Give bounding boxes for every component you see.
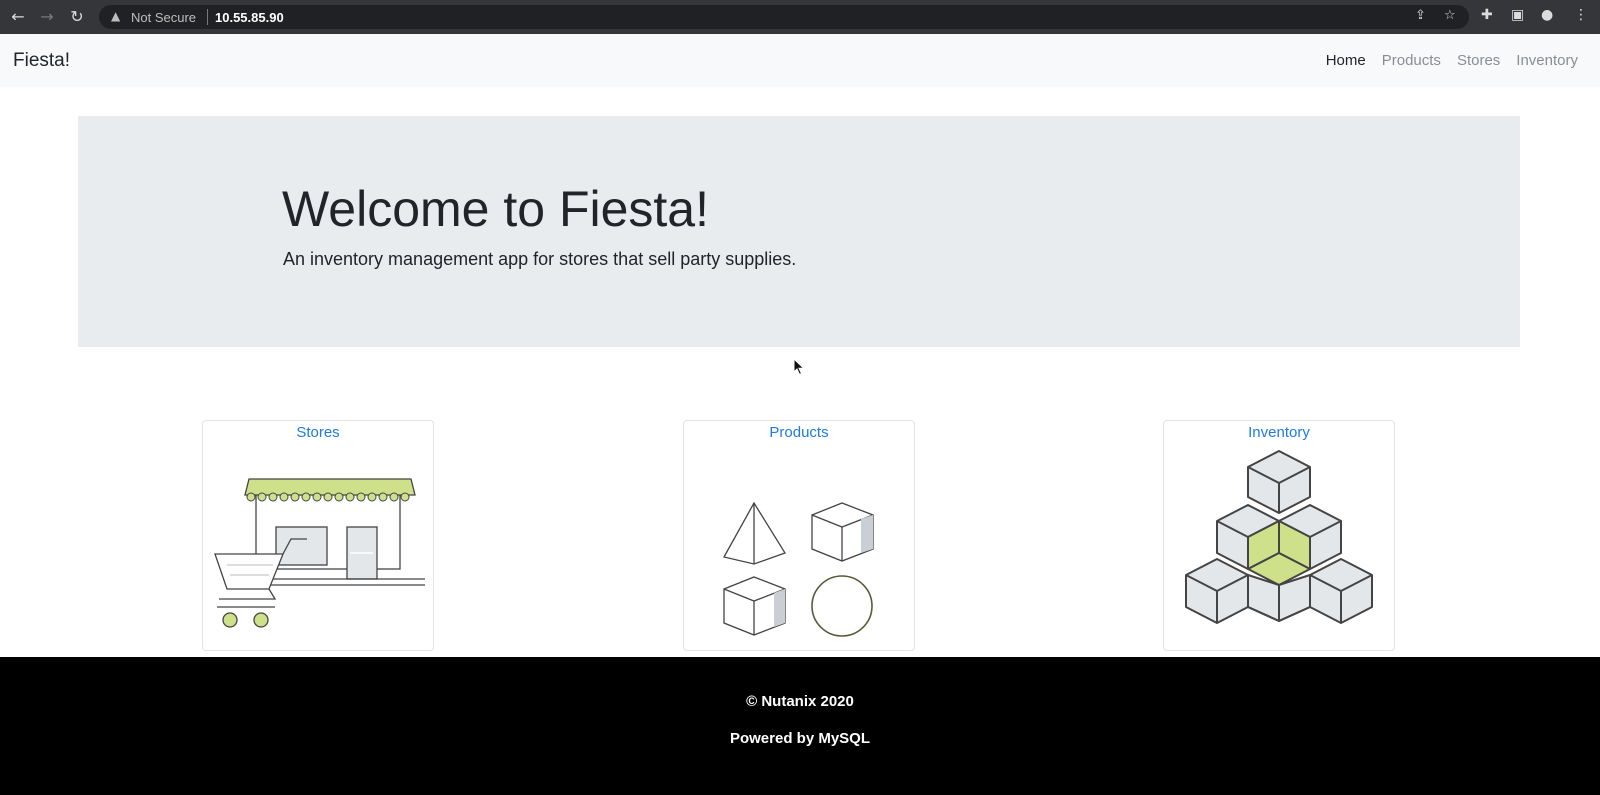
stacked-cubes-icon (1185, 450, 1373, 624)
stores-card-link[interactable]: Stores (203, 424, 433, 441)
shapes-icon (723, 501, 874, 637)
nav-link-home[interactable]: Home (1326, 52, 1366, 69)
footer-powered-by: Powered by MySQL (729, 730, 871, 747)
sidebar-icon[interactable]: ▣ (1511, 7, 1524, 23)
hero-jumbotron: Welcome to Fiesta! An inventory manageme… (78, 116, 1520, 347)
extensions-icon[interactable]: ✚ (1481, 7, 1493, 23)
hero-subtitle: An inventory management app for stores t… (283, 249, 797, 269)
forward-arrow-icon[interactable]: → (37, 7, 57, 27)
brand-logo-text[interactable]: Fiesta! (13, 50, 70, 72)
url-text[interactable]: 10.55.85.90 (215, 10, 284, 25)
mouse-cursor-icon (793, 358, 805, 376)
menu-icon[interactable]: ⋮ (1574, 7, 1588, 23)
nav-link-inventory[interactable]: Inventory (1516, 52, 1578, 69)
share-icon[interactable]: ⇪ (1415, 8, 1426, 23)
products-card-link[interactable]: Products (684, 424, 914, 441)
products-card[interactable]: Products (683, 420, 915, 651)
nav-links: Home Products Stores Inventory (1310, 52, 1578, 69)
storefront-cart-icon (214, 478, 425, 628)
stores-card[interactable]: Stores (202, 420, 434, 651)
inventory-card-link[interactable]: Inventory (1164, 424, 1394, 441)
address-bar[interactable]: ▲ Not Secure 10.55.85.90 ⇪ ☆ (99, 5, 1469, 29)
divider (207, 9, 208, 25)
star-icon[interactable]: ☆ (1444, 8, 1456, 23)
nav-link-products[interactable]: Products (1382, 52, 1441, 69)
profile-icon[interactable]: ● (1541, 7, 1553, 23)
browser-toolbar: ← → ↻ ▲ Not Secure 10.55.85.90 ⇪ ☆ ✚ ▣ ●… (0, 0, 1600, 34)
site-footer: © Nutanix 2020 Powered by MySQL (0, 657, 1600, 795)
hero-title: Welcome to Fiesta! (282, 181, 710, 237)
nav-link-stores[interactable]: Stores (1457, 52, 1500, 69)
security-label: Not Secure (131, 10, 197, 25)
inventory-card[interactable]: Inventory (1163, 420, 1395, 651)
footer-copyright: © Nutanix 2020 (746, 693, 854, 710)
back-arrow-icon[interactable]: ← (8, 7, 28, 27)
site-navbar: Fiesta! Home Products Stores Inventory (0, 34, 1600, 87)
reload-icon[interactable]: ↻ (67, 7, 87, 27)
warning-icon: ▲ (111, 9, 121, 23)
